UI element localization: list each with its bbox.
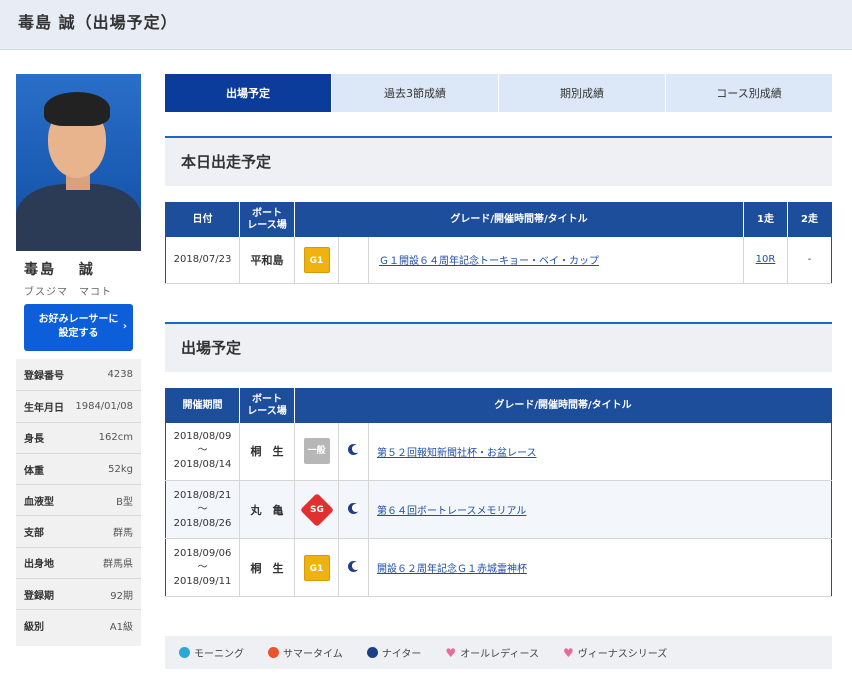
racer-profile: 毒島 誠 ブスジマ マコト お好みレーサーに 設定する › 登録番号 4238 生… <box>16 74 141 646</box>
racer-name: 毒島 誠 <box>24 262 95 278</box>
grade-cell: G1 <box>294 236 339 284</box>
legend-item: モーニング <box>179 645 244 660</box>
th-date: 日付 <box>165 202 240 237</box>
race-1-link[interactable]: 10R <box>756 254 776 265</box>
venue-cell: 丸 亀 <box>239 480 295 539</box>
period-cell: 2018/08/09 ～ 2018/08/14 <box>165 422 240 481</box>
fav-line2: 設定する <box>58 328 99 339</box>
chevron-right-icon: › <box>122 321 127 332</box>
grade-cell: G1 <box>294 538 339 597</box>
grade-cell: SG <box>294 480 339 539</box>
th-r2: 2走 <box>787 202 832 237</box>
th-venue: ボート レース場 <box>239 388 295 423</box>
night-icon <box>348 502 360 514</box>
race-title-link[interactable]: 開設６２周年記念Ｇ１赤城雷神杯 <box>377 564 527 575</box>
legend-item: ナイター <box>366 645 421 660</box>
today-table: 日付 ボート レース場 グレード/開催時間帯/タイトル 1走 2走 2018/07… <box>165 202 832 284</box>
venue-cell: 桐 生 <box>239 538 295 597</box>
info-row: 生年月日 1984/01/08 <box>16 390 141 421</box>
racer-info-list: 登録番号 4238 生年月日 1984/01/08 身長 162cm 体重 52kg 血… <box>16 359 141 641</box>
race-venue: 平和島 <box>239 236 295 284</box>
night-icon <box>366 647 378 658</box>
tab-bar: 出場予定 過去3節成績 期別成績 コース別成績 <box>165 74 832 112</box>
title-cell: 第５２回報知新聞社杯・お盆レース <box>368 422 832 481</box>
info-row: 血液型 B型 <box>16 484 141 515</box>
info-row: 身長 162cm <box>16 421 141 453</box>
legend: モーニング サマータイム ナイター ♥ オールレディース ♥ ヴィーナスシリーズ <box>165 636 832 669</box>
title-cell: 開設６２周年記念Ｇ１赤城雷神杯 <box>368 538 832 597</box>
legend-item: ♥ ヴィーナスシリーズ <box>563 645 668 661</box>
th-grade: グレード/開催時間帯/タイトル <box>294 202 744 237</box>
info-row: 体重 52kg <box>16 452 141 484</box>
table-row: 2018/09/06 ～ 2018/09/11 桐 生 G1 開設６２周年記念Ｇ１赤… <box>165 538 832 597</box>
page-title: 毒島 誠（出場予定） <box>18 13 178 32</box>
info-row: 登録期 92期 <box>16 578 141 609</box>
racer-photo <box>16 74 141 251</box>
heart-icon: ♥ <box>445 645 457 660</box>
time-cell <box>338 422 369 481</box>
period-cell: 2018/09/06 ～ 2018/09/11 <box>165 538 240 597</box>
info-row: 級別 A1級 <box>16 609 141 640</box>
info-row: 登録番号 4238 <box>24 369 133 383</box>
heart-icon: ♥ <box>563 645 574 660</box>
tab-schedule[interactable]: 出場予定 <box>165 74 331 112</box>
page-header: 毒島 誠（出場予定） <box>0 0 852 50</box>
time-cell <box>338 538 369 597</box>
title-cell: Ｇ１開設６４周年記念トーキョー・ベイ・カップ <box>368 236 744 284</box>
race-title-link[interactable]: 第５２回報知新聞社杯・お盆レース <box>377 448 537 459</box>
info-row: 支部 群馬 <box>16 515 141 546</box>
g1-badge-icon: G1 <box>303 246 330 273</box>
tab-period[interactable]: 期別成績 <box>498 74 665 112</box>
table-row: 2018/08/21 ～ 2018/08/26 丸 亀 SG 第６４回ボートレースメ… <box>165 480 832 539</box>
schedule-table: 開催期間 ボート レース場 グレード/開催時間帯/タイトル 2018/08/09 ～… <box>165 388 832 597</box>
r1-cell: 10R <box>743 236 788 284</box>
time-cell <box>338 236 369 284</box>
grade-cell: 一般 <box>294 422 339 481</box>
time-cell <box>338 480 369 539</box>
info-row: 出身地 群馬県 <box>16 546 141 578</box>
fav-line1: お好みレーサーに <box>38 314 119 325</box>
night-icon <box>348 560 360 572</box>
th-period: 開催期間 <box>165 388 240 423</box>
racer-name-box: 毒島 誠 ブスジマ マコト <box>16 251 141 304</box>
racer-kana: ブスジマ マコト <box>24 287 112 298</box>
night-icon <box>348 444 360 456</box>
legend-item: サマータイム <box>268 645 343 660</box>
table-row: 2018/08/09 ～ 2018/08/14 桐 生 一般 第５２回報知新聞社杯・… <box>165 422 832 481</box>
race-date: 2018/07/23 <box>165 236 240 284</box>
favorite-racer-button[interactable]: お好みレーサーに 設定する › <box>24 304 133 351</box>
race-title-link[interactable]: 第６４回ボートレースメモリアル <box>377 506 526 517</box>
sg-badge-icon: SG <box>299 492 334 527</box>
period-cell: 2018/08/21 ～ 2018/08/26 <box>165 480 240 539</box>
th-venue: ボート レース場 <box>239 202 295 237</box>
r2-cell: - <box>787 236 832 284</box>
venue-cell: 桐 生 <box>239 422 295 481</box>
table-row: 2018/07/23 平和島 G1 Ｇ１開設６４周年記念トーキョー・ベイ・カップ… <box>165 236 832 284</box>
tab-past-3[interactable]: 過去3節成績 <box>331 74 498 112</box>
morning-icon <box>179 647 190 658</box>
tab-course[interactable]: コース別成績 <box>665 74 832 112</box>
g1-badge-icon: G1 <box>303 554 330 581</box>
title-cell: 第６４回ボートレースメモリアル <box>368 480 832 539</box>
summer-time-icon <box>268 647 279 658</box>
ippan-badge-icon: 一般 <box>303 438 330 465</box>
legend-item: ♥ オールレディース <box>445 645 539 661</box>
schedule-section-title: 出場予定 <box>165 322 832 372</box>
today-section-title: 本日出走予定 <box>165 136 832 186</box>
race-title-link[interactable]: Ｇ１開設６４周年記念トーキョー・ベイ・カップ <box>379 256 599 267</box>
th-grade: グレード/開催時間帯/タイトル <box>294 388 832 423</box>
th-r1: 1走 <box>743 202 788 237</box>
